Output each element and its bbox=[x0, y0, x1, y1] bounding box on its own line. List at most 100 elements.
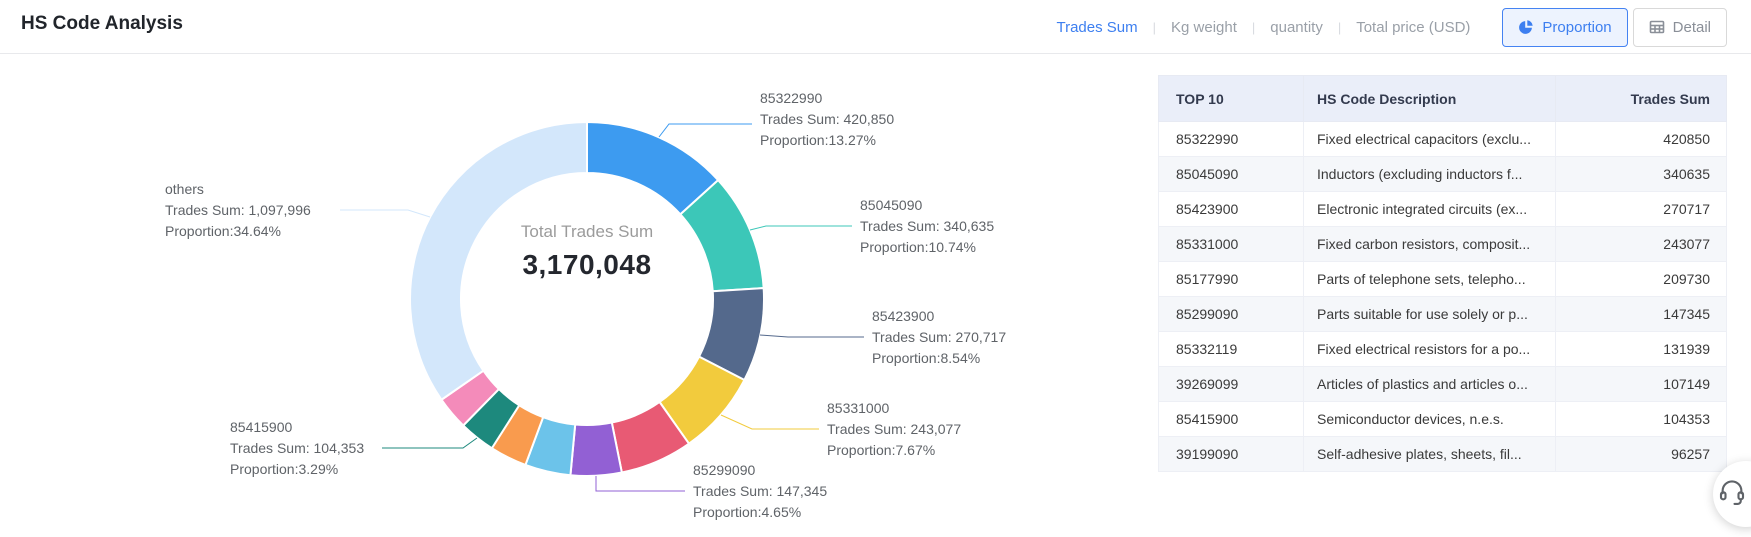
table-icon bbox=[1649, 19, 1665, 35]
slice-label-proportion: Proportion:34.64% bbox=[165, 221, 311, 242]
column-header-description: HS Code Description bbox=[1304, 76, 1556, 122]
description-cell: Articles of plastics and articles o... bbox=[1304, 367, 1556, 402]
page-title: HS Code Analysis bbox=[21, 13, 183, 35]
trades-sum-cell: 209730 bbox=[1556, 262, 1727, 297]
donut-center-text: Total Trades Sum 3,170,048 bbox=[437, 222, 737, 281]
description-cell: Parts of telephone sets, telepho... bbox=[1304, 262, 1556, 297]
slice-label-proportion: Proportion:7.67% bbox=[827, 440, 961, 461]
trades-sum-cell: 420850 bbox=[1556, 122, 1727, 157]
hs-code-analysis-page: HS Code Analysis Trades Sum | Kg weight … bbox=[0, 0, 1751, 537]
table-row: 85415900Semiconductor devices, n.e.s.104… bbox=[1159, 402, 1727, 437]
detail-button-label: Detail bbox=[1673, 19, 1711, 36]
hs-code-cell: 39269099 bbox=[1159, 367, 1304, 402]
hs-code-cell: 85415900 bbox=[1159, 402, 1304, 437]
description-cell: Self-adhesive plates, sheets, fil... bbox=[1304, 437, 1556, 472]
slice-label-code: 85423900 bbox=[872, 306, 1006, 327]
top10-table: TOP 10 HS Code Description Trades Sum 85… bbox=[1158, 75, 1727, 472]
trades-sum-cell: 107149 bbox=[1556, 367, 1727, 402]
detail-button[interactable]: Detail bbox=[1633, 8, 1727, 47]
table-row: 85299090Parts suitable for use solely or… bbox=[1159, 297, 1727, 332]
description-cell: Electronic integrated circuits (ex... bbox=[1304, 192, 1556, 227]
hs-code-cell: 85045090 bbox=[1159, 157, 1304, 192]
trades-sum-cell: 131939 bbox=[1556, 332, 1727, 367]
slice-label-value: Trades Sum: 340,635 bbox=[860, 216, 994, 237]
header-controls: Trades Sum | Kg weight | quantity | Tota… bbox=[1056, 0, 1727, 54]
tab-separator: | bbox=[1338, 20, 1341, 35]
slice-label-value: Trades Sum: 270,717 bbox=[872, 327, 1006, 348]
proportion-button-label: Proportion bbox=[1542, 19, 1611, 36]
pie-chart-icon bbox=[1518, 19, 1534, 35]
slice-label-85423900: 85423900Trades Sum: 270,717Proportion:8.… bbox=[872, 306, 1006, 369]
hs-code-cell: 85322990 bbox=[1159, 122, 1304, 157]
table-row: 85332119Fixed electrical resistors for a… bbox=[1159, 332, 1727, 367]
label-leader-line-85322990 bbox=[659, 124, 752, 137]
table-row: 85045090Inductors (excluding inductors f… bbox=[1159, 157, 1727, 192]
description-cell: Inductors (excluding inductors f... bbox=[1304, 157, 1556, 192]
label-leader-line-85299090 bbox=[596, 476, 685, 491]
tab-separator: | bbox=[1153, 20, 1156, 35]
slice-label-85299090: 85299090Trades Sum: 147,345Proportion:4.… bbox=[693, 460, 827, 523]
label-leader-line-85423900 bbox=[760, 335, 864, 337]
label-leader-line-others bbox=[340, 210, 430, 217]
trades-sum-cell: 243077 bbox=[1556, 227, 1727, 262]
slice-label-value: Trades Sum: 243,077 bbox=[827, 419, 961, 440]
tab-total-price[interactable]: Total price (USD) bbox=[1356, 19, 1470, 36]
slice-label-code: 85322990 bbox=[760, 88, 894, 109]
slice-label-85415900: 85415900Trades Sum: 104,353Proportion:3.… bbox=[230, 417, 364, 480]
trades-sum-cell: 96257 bbox=[1556, 437, 1727, 472]
table-row: 85331000Fixed carbon resistors, composit… bbox=[1159, 227, 1727, 262]
tab-separator: | bbox=[1252, 20, 1255, 35]
hs-code-cell: 85332119 bbox=[1159, 332, 1304, 367]
description-cell: Fixed carbon resistors, composit... bbox=[1304, 227, 1556, 262]
hs-code-cell: 85331000 bbox=[1159, 227, 1304, 262]
slice-label-code: 85299090 bbox=[693, 460, 827, 481]
tab-quantity[interactable]: quantity bbox=[1270, 19, 1323, 36]
headset-icon bbox=[1717, 477, 1751, 512]
table-row: 39199090Self-adhesive plates, sheets, fi… bbox=[1159, 437, 1727, 472]
description-cell: Parts suitable for use solely or p... bbox=[1304, 297, 1556, 332]
table-row: 85177990Parts of telephone sets, telepho… bbox=[1159, 262, 1727, 297]
top-bar: HS Code Analysis Trades Sum | Kg weight … bbox=[0, 0, 1751, 54]
slice-label-code: 85415900 bbox=[230, 417, 364, 438]
slice-label-value: Trades Sum: 1,097,996 bbox=[165, 200, 311, 221]
slice-label-proportion: Proportion:10.74% bbox=[860, 237, 994, 258]
trades-sum-cell: 147345 bbox=[1556, 297, 1727, 332]
slice-label-code: 85045090 bbox=[860, 195, 994, 216]
table-row: 85322990Fixed electrical capacitors (exc… bbox=[1159, 122, 1727, 157]
hs-code-cell: 85423900 bbox=[1159, 192, 1304, 227]
slice-label-85331000: 85331000Trades Sum: 243,077Proportion:7.… bbox=[827, 398, 961, 461]
pie-slice-85299090[interactable] bbox=[570, 423, 621, 476]
trades-sum-cell: 104353 bbox=[1556, 402, 1727, 437]
slice-label-proportion: Proportion:13.27% bbox=[760, 130, 894, 151]
hs-code-cell: 39199090 bbox=[1159, 437, 1304, 472]
slice-label-others: othersTrades Sum: 1,097,996Proportion:34… bbox=[165, 179, 311, 242]
tab-trades-sum[interactable]: Trades Sum bbox=[1056, 19, 1137, 36]
trades-sum-cell: 340635 bbox=[1556, 157, 1727, 192]
slice-label-code: 85331000 bbox=[827, 398, 961, 419]
proportion-button[interactable]: Proportion bbox=[1502, 8, 1627, 47]
slice-label-value: Trades Sum: 104,353 bbox=[230, 438, 364, 459]
description-cell: Fixed electrical capacitors (exclu... bbox=[1304, 122, 1556, 157]
column-header-top10: TOP 10 bbox=[1159, 76, 1304, 122]
label-leader-line-85331000 bbox=[721, 415, 819, 429]
label-leader-line-85045090 bbox=[750, 226, 852, 230]
hs-code-cell: 85177990 bbox=[1159, 262, 1304, 297]
slice-label-proportion: Proportion:3.29% bbox=[230, 459, 364, 480]
slice-label-85045090: 85045090Trades Sum: 340,635Proportion:10… bbox=[860, 195, 994, 258]
description-cell: Fixed electrical resistors for a po... bbox=[1304, 332, 1556, 367]
slice-label-value: Trades Sum: 147,345 bbox=[693, 481, 827, 502]
column-header-trades-sum: Trades Sum bbox=[1556, 76, 1727, 122]
donut-center-value: 3,170,048 bbox=[437, 249, 737, 281]
slice-label-proportion: Proportion:8.54% bbox=[872, 348, 1006, 369]
hs-code-cell: 85299090 bbox=[1159, 297, 1304, 332]
slice-label-value: Trades Sum: 420,850 bbox=[760, 109, 894, 130]
description-cell: Semiconductor devices, n.e.s. bbox=[1304, 402, 1556, 437]
slice-label-proportion: Proportion:4.65% bbox=[693, 502, 827, 523]
label-leader-line-85415900 bbox=[382, 438, 477, 448]
table-row: 85423900Electronic integrated circuits (… bbox=[1159, 192, 1727, 227]
donut-center-caption: Total Trades Sum bbox=[437, 222, 737, 242]
slice-label-code: others bbox=[165, 179, 311, 200]
slice-label-85322990: 85322990Trades Sum: 420,850Proportion:13… bbox=[760, 88, 894, 151]
tab-kg-weight[interactable]: Kg weight bbox=[1171, 19, 1237, 36]
view-toggle-group: Proportion Detail bbox=[1502, 8, 1727, 47]
